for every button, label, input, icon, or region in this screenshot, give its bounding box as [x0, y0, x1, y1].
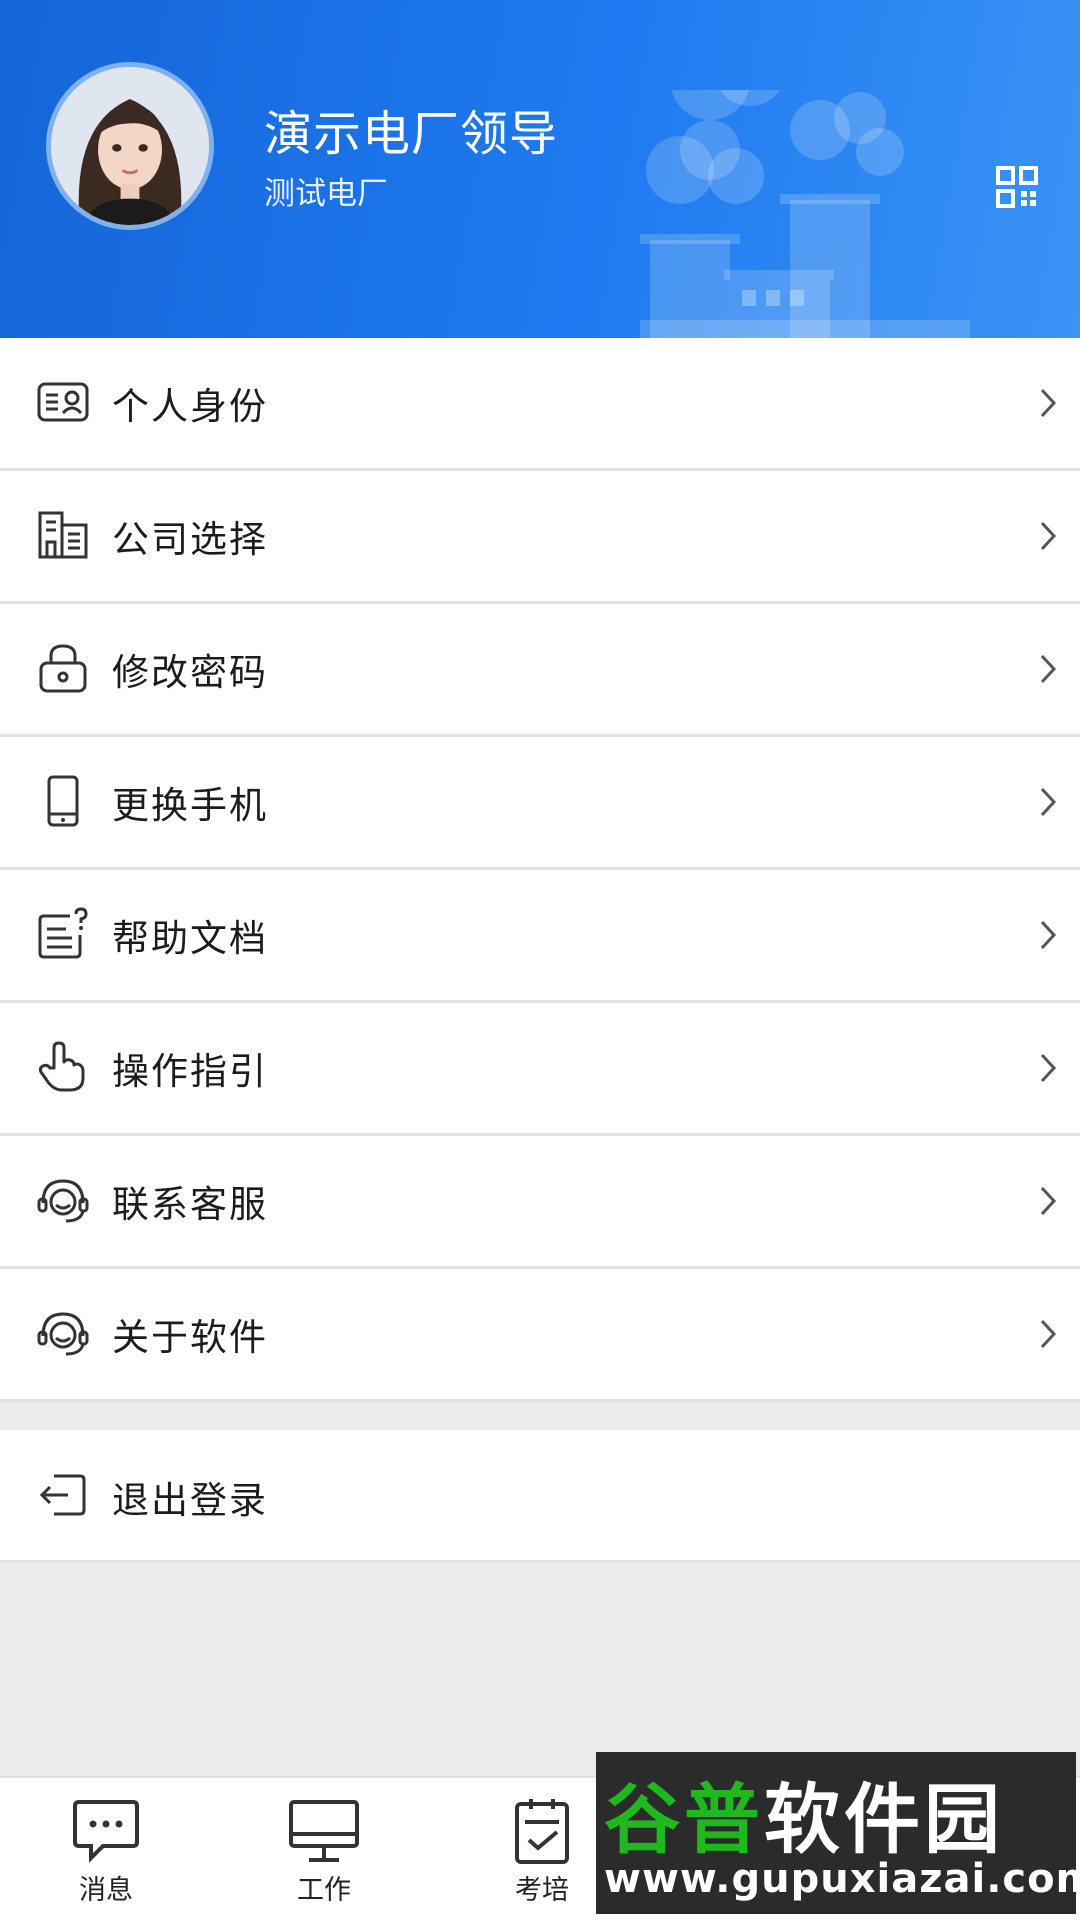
lock-icon: [39, 644, 87, 693]
headset-icon: [37, 1312, 89, 1356]
chat-bubble-icon: [73, 1800, 139, 1863]
tab-exam-training[interactable]: 考培: [482, 1796, 602, 1916]
chevron-right-icon: [1040, 920, 1057, 950]
logout-button[interactable]: 退出登录: [0, 1430, 1080, 1563]
menu-item-contact-support[interactable]: 联系客服: [0, 1136, 1080, 1269]
menu-item-label: 个人身份: [112, 385, 268, 428]
chevron-right-icon: [1040, 787, 1057, 817]
qr-code-icon[interactable]: [995, 165, 1039, 209]
menu-item-change-password[interactable]: 修改密码: [0, 604, 1080, 737]
watermark-url: www.gupuxiazai.com: [604, 1856, 1080, 1902]
pointer-hand-icon: [38, 1041, 85, 1092]
menu-item-label: 更换手机: [112, 784, 268, 827]
tab-label: 消息: [79, 1875, 133, 1906]
chevron-right-icon: [1040, 1186, 1057, 1216]
id-card-icon: [37, 382, 89, 422]
tab-work[interactable]: 工作: [264, 1796, 384, 1916]
chevron-right-icon: [1040, 521, 1057, 551]
site-watermark: 谷普软件园 www.gupuxiazai.com: [596, 1752, 1080, 1914]
building-icon: [38, 511, 88, 559]
tab-label: 考培: [515, 1875, 569, 1906]
profile-header: 演示电厂领导 测试电厂: [0, 0, 1080, 338]
chevron-right-icon: [1040, 1319, 1057, 1349]
watermark-title: 谷普软件园: [604, 1775, 1004, 1864]
avatar[interactable]: [46, 62, 214, 230]
menu-item-label: 联系客服: [112, 1183, 268, 1226]
menu-item-change-phone[interactable]: 更换手机: [0, 737, 1080, 870]
chevron-right-icon: [1040, 654, 1057, 684]
menu-item-label: 公司选择: [112, 518, 268, 561]
user-name: 演示电厂领导: [264, 106, 559, 162]
menu-item-about-software[interactable]: 关于软件: [0, 1269, 1080, 1402]
tab-label: 工作: [297, 1875, 351, 1906]
logout-label: 退出登录: [112, 1479, 268, 1522]
menu-item-label: 修改密码: [112, 651, 268, 694]
logout-icon: [39, 1474, 86, 1516]
menu-item-company-selection[interactable]: 公司选择: [0, 471, 1080, 604]
menu-item-operation-guide[interactable]: 操作指引: [0, 1003, 1080, 1136]
organization-name: 测试电厂: [264, 176, 388, 212]
menu-item-label: 操作指引: [112, 1050, 268, 1093]
tab-messages[interactable]: 消息: [46, 1796, 166, 1916]
factory-illustration: [640, 90, 970, 338]
avatar-portrait-icon: [51, 67, 209, 225]
menu-item-personal-identity[interactable]: 个人身份: [0, 338, 1080, 471]
headset-icon: [37, 1179, 89, 1223]
chevron-right-icon: [1040, 1053, 1057, 1083]
phone-icon: [47, 775, 79, 827]
menu-item-label: 帮助文档: [112, 917, 268, 960]
monitor-icon: [289, 1800, 359, 1862]
settings-menu: 个人身份 公司选择 修改密码 更换手机 帮助文档 操作指引 联系客服 关于软件: [0, 338, 1080, 1402]
menu-item-label: 关于软件: [112, 1316, 268, 1359]
clipboard-check-icon: [515, 1799, 569, 1864]
chevron-right-icon: [1040, 388, 1057, 418]
menu-item-help-documents[interactable]: 帮助文档: [0, 870, 1080, 1003]
help-document-icon: [38, 907, 88, 959]
